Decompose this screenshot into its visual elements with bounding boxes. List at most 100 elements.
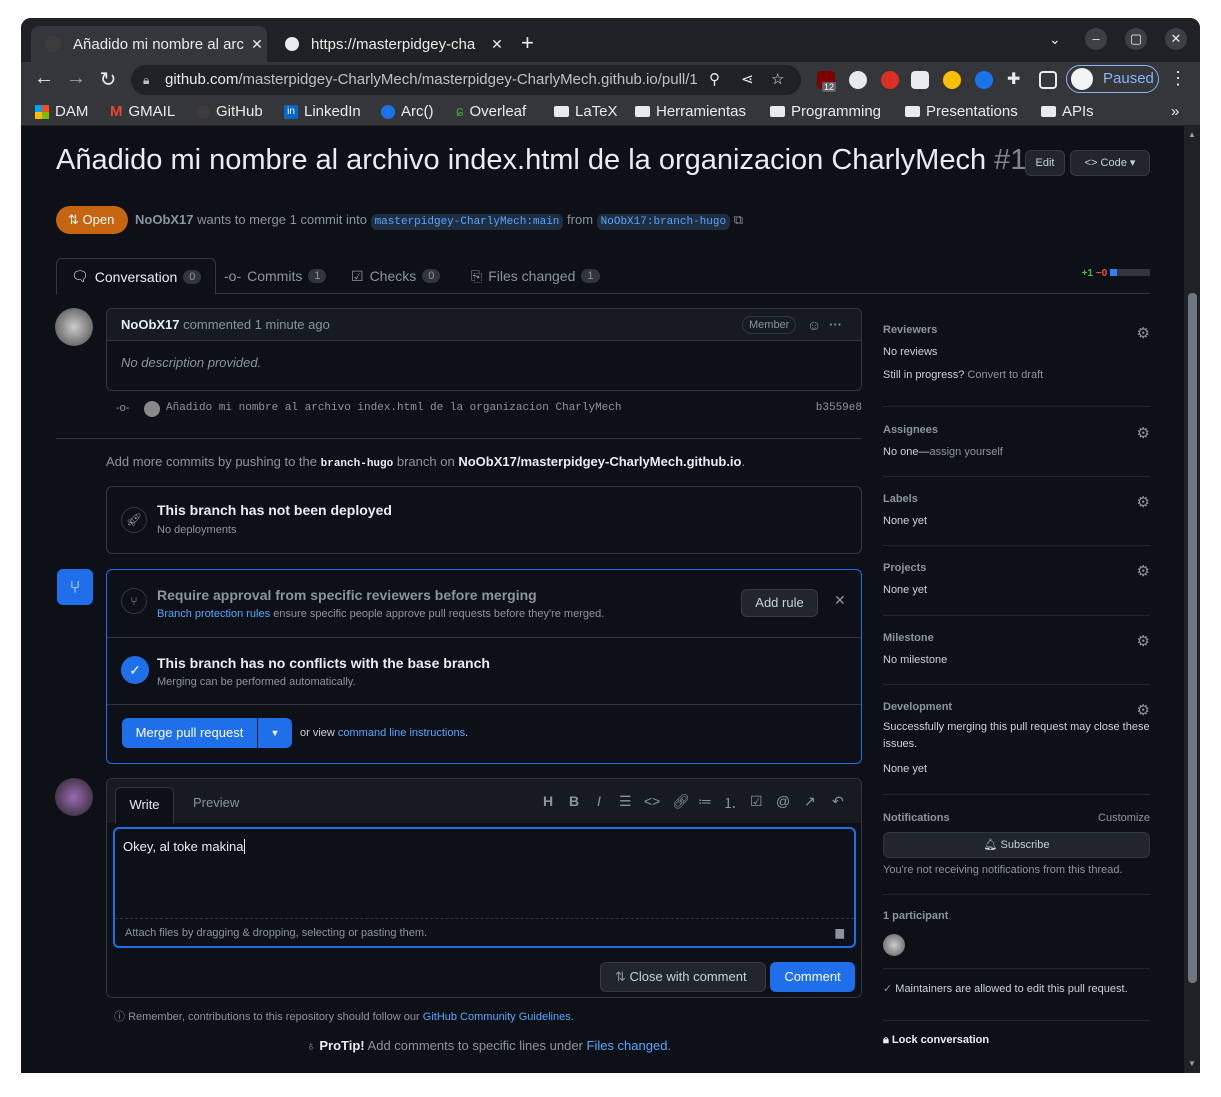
heading-icon[interactable]: H	[543, 793, 553, 809]
diffstat-add: +1	[1081, 268, 1094, 279]
bookmark-linkedin[interactable]: in LinkedIn	[284, 103, 361, 120]
close-window-icon[interactable]: ✕	[1165, 28, 1187, 50]
italic-icon[interactable]: I	[597, 793, 601, 809]
quote-icon[interactable]: ☰	[619, 793, 632, 810]
code-icon[interactable]: <>	[644, 793, 660, 809]
close-tab-icon[interactable]: ✕	[487, 36, 507, 53]
gear-icon[interactable]: ⚙	[1137, 493, 1150, 511]
share-icon[interactable]: ⋖	[741, 65, 754, 95]
gnome-extension-icon[interactable]	[849, 71, 867, 89]
bookmark-star-icon[interactable]: ☆	[771, 65, 784, 95]
bookmark-programming[interactable]: Programming	[770, 103, 881, 120]
side-panel-icon[interactable]	[1039, 71, 1057, 89]
minimize-icon[interactable]: –	[1085, 28, 1107, 50]
bookmark-herramientas[interactable]: Herramientas	[635, 103, 746, 120]
gear-icon[interactable]: ⚙	[1137, 701, 1150, 719]
branch-protection-link[interactable]: Branch protection rules	[157, 608, 270, 620]
back-icon[interactable]: ←	[31, 67, 57, 90]
add-rule-button[interactable]: Add rule	[741, 589, 818, 617]
undo-icon[interactable]: ↶	[832, 793, 844, 810]
blue-extension-icon[interactable]	[975, 71, 993, 89]
head-branch[interactable]: NoObX17:branch-hugo	[596, 214, 731, 230]
lock-conversation-link[interactable]: 🔒︎ Lock conversation	[883, 1034, 989, 1047]
author-link[interactable]: NoObX17	[135, 212, 194, 227]
edit-title-button[interactable]: Edit	[1025, 150, 1065, 176]
gear-icon[interactable]: ⚙	[1137, 424, 1150, 442]
emoji-reaction-icon[interactable]: ☺	[807, 309, 821, 341]
reload-icon[interactable]: ↻	[95, 67, 121, 92]
bookmark-latex[interactable]: LaTeX	[554, 103, 618, 120]
assign-yourself-link[interactable]: assign yourself	[929, 446, 1002, 458]
bookmark-overleaf[interactable]: ɕ Overleaf	[456, 103, 526, 120]
tab-conversation[interactable]: 🗨︎ Conversation 0	[56, 258, 217, 295]
more-bookmarks-icon[interactable]: »	[1171, 103, 1179, 120]
stop-extension-icon[interactable]	[881, 71, 899, 89]
bookmark-dam[interactable]: DAM	[35, 103, 88, 120]
browser-tab[interactable]: https://masterpidgey-cha ✕	[271, 26, 507, 62]
color-extension-icon[interactable]	[943, 71, 961, 89]
tab-files-changed[interactable]: ⎘ Files changed 1	[471, 258, 600, 294]
code-button[interactable]: <> Code ▾	[1070, 150, 1150, 176]
guidelines-link[interactable]: GitHub Community Guidelines	[423, 1011, 571, 1023]
bookmark-gmail[interactable]: M GMAIL	[110, 103, 175, 120]
tab-write[interactable]: Write	[115, 787, 174, 824]
bullet-list-icon[interactable]: ≔	[698, 793, 712, 810]
comment-author[interactable]: NoObX17	[121, 317, 180, 332]
link-icon[interactable]: 🔗︎	[672, 793, 690, 810]
attach-bar[interactable]: Attach files by dragging & dropping, sel…	[115, 918, 854, 946]
comment-textarea[interactable]: Okey, al toke makina Attach files by dra…	[113, 827, 856, 948]
comment-button[interactable]: Comment	[770, 962, 855, 992]
reference-icon[interactable]: ↗	[804, 793, 816, 810]
push-note-repo[interactable]: NoObX17/masterpidgey-CharlyMech.github.i…	[458, 454, 741, 469]
base-branch[interactable]: masterpidgey-CharlyMech:main	[370, 214, 564, 230]
puzzle-extensions-icon[interactable]: ✚	[1007, 71, 1025, 89]
bookmark-apis[interactable]: APIs	[1041, 103, 1094, 120]
tab-search-icon[interactable]: ⌄	[1049, 31, 1061, 48]
scroll-down-icon[interactable]: ▼	[1188, 1059, 1196, 1068]
dismiss-icon[interactable]: ✕	[834, 592, 846, 609]
gear-icon[interactable]: ⚙	[1137, 324, 1150, 342]
participant-avatar[interactable]	[883, 934, 905, 956]
close-tab-icon[interactable]: ✕	[247, 36, 267, 53]
scroll-up-icon[interactable]: ▲	[1188, 130, 1196, 139]
commit-message[interactable]: Añadido mi nombre al archivo index.html …	[166, 402, 621, 414]
browser-tab-active[interactable]: Añadido mi nombre al arc ✕	[31, 26, 267, 62]
numbered-list-icon[interactable]: ⒈	[723, 793, 737, 813]
maximize-icon[interactable]: ▢	[1125, 28, 1147, 50]
subscribe-button[interactable]: 🔔︎ Subscribe	[883, 832, 1150, 858]
commit-sha[interactable]: b3559e8	[816, 402, 862, 414]
bookmark-arc[interactable]: Arc()	[381, 103, 434, 120]
new-tab-icon[interactable]: +	[521, 30, 534, 56]
author-avatar[interactable]	[55, 308, 93, 346]
copy-icon[interactable]: ⧉	[734, 212, 743, 227]
bookmark-presentations[interactable]: Presentations	[905, 103, 1018, 120]
files-changed-link[interactable]: Files changed	[587, 1038, 668, 1053]
convert-to-draft-link[interactable]: Convert to draft	[967, 369, 1043, 381]
profile-paused-button[interactable]: Paused	[1066, 65, 1159, 93]
comment-editor: Write Preview H B I ☰ <> 🔗︎ ≔ ⒈ ☑ @ ↗ ↶ …	[106, 778, 862, 998]
address-bar[interactable]: 🔒︎ github.com/masterpidgey-CharlyMech/ma…	[131, 65, 801, 95]
page-scrollbar[interactable]: ▲ ▼	[1184, 126, 1200, 1073]
chrome-menu-icon[interactable]: ⋮	[1169, 68, 1187, 89]
current-user-avatar[interactable]	[55, 778, 93, 816]
tab-checks[interactable]: ☑ Checks 0	[351, 258, 441, 294]
close-with-comment-button[interactable]: ⇅ Close with comment	[600, 962, 766, 992]
bold-icon[interactable]: B	[569, 793, 579, 809]
tab-preview[interactable]: Preview	[193, 795, 239, 810]
gear-icon[interactable]: ⚙	[1137, 562, 1150, 580]
merge-dropdown-icon[interactable]: ▼	[258, 718, 292, 748]
scrollbar-thumb[interactable]	[1188, 293, 1197, 983]
bookmark-label: Herramientas	[656, 103, 747, 120]
bookmark-github[interactable]: GitHub	[196, 103, 263, 120]
tab-commits[interactable]: -o- Commits 1	[224, 258, 327, 294]
customize-link[interactable]: Customize	[1098, 812, 1150, 824]
more-options-icon[interactable]: ···	[829, 309, 842, 341]
gear-icon[interactable]: ⚙	[1137, 632, 1150, 650]
mention-icon[interactable]: @	[776, 793, 790, 809]
cli-instructions-link[interactable]: command line instructions	[338, 727, 465, 739]
forward-icon[interactable]: →	[63, 67, 89, 90]
merge-pull-request-button[interactable]: Merge pull request	[122, 718, 257, 748]
zoom-icon[interactable]: ⚲	[709, 65, 720, 95]
window-extension-icon[interactable]	[911, 71, 929, 89]
task-list-icon[interactable]: ☑	[750, 793, 763, 810]
